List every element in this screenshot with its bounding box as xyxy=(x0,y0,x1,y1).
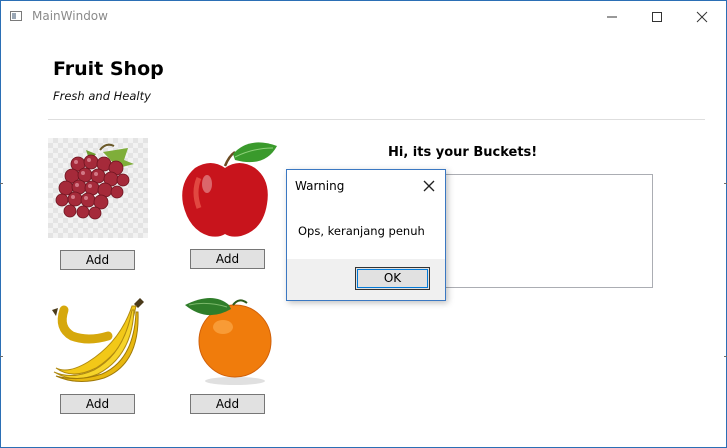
maximize-icon xyxy=(652,12,662,22)
orange-image xyxy=(177,291,277,391)
edge-mark xyxy=(0,183,3,184)
close-icon xyxy=(696,11,708,23)
dialog-title: Warning xyxy=(295,179,345,193)
bucket-list[interactable] xyxy=(443,174,653,288)
grapes-image xyxy=(48,138,148,238)
dialog-footer: OK xyxy=(287,259,445,300)
window-title: MainWindow xyxy=(32,9,108,23)
page-subtitle: Fresh and Healty xyxy=(53,89,151,103)
add-apple-button[interactable]: Add xyxy=(190,249,265,269)
edge-mark xyxy=(0,356,3,357)
close-icon xyxy=(423,180,435,192)
add-orange-button[interactable]: Add xyxy=(190,394,265,414)
page-title: Fruit Shop xyxy=(53,58,164,80)
apple-image xyxy=(177,138,277,238)
dialog-message: Ops, keranjang penuh xyxy=(298,224,425,238)
dialog-close-button[interactable] xyxy=(421,178,437,194)
banana-image xyxy=(48,288,148,388)
close-button[interactable] xyxy=(679,1,724,32)
warning-dialog: Warning Ops, keranjang penuh OK xyxy=(286,169,446,301)
main-window: MainWindow Fruit Shop Fresh and Healty A… xyxy=(0,0,727,448)
header-divider xyxy=(48,119,705,120)
add-grapes-button[interactable]: Add xyxy=(60,250,135,270)
ok-button[interactable]: OK xyxy=(355,267,430,290)
title-bar[interactable]: MainWindow xyxy=(1,1,726,32)
minimize-button[interactable] xyxy=(589,1,634,32)
app-icon xyxy=(10,11,22,21)
bucket-title: Hi, its your Buckets! xyxy=(388,145,538,160)
maximize-button[interactable] xyxy=(634,1,679,32)
minimize-icon xyxy=(607,16,617,18)
add-banana-button[interactable]: Add xyxy=(60,394,135,414)
